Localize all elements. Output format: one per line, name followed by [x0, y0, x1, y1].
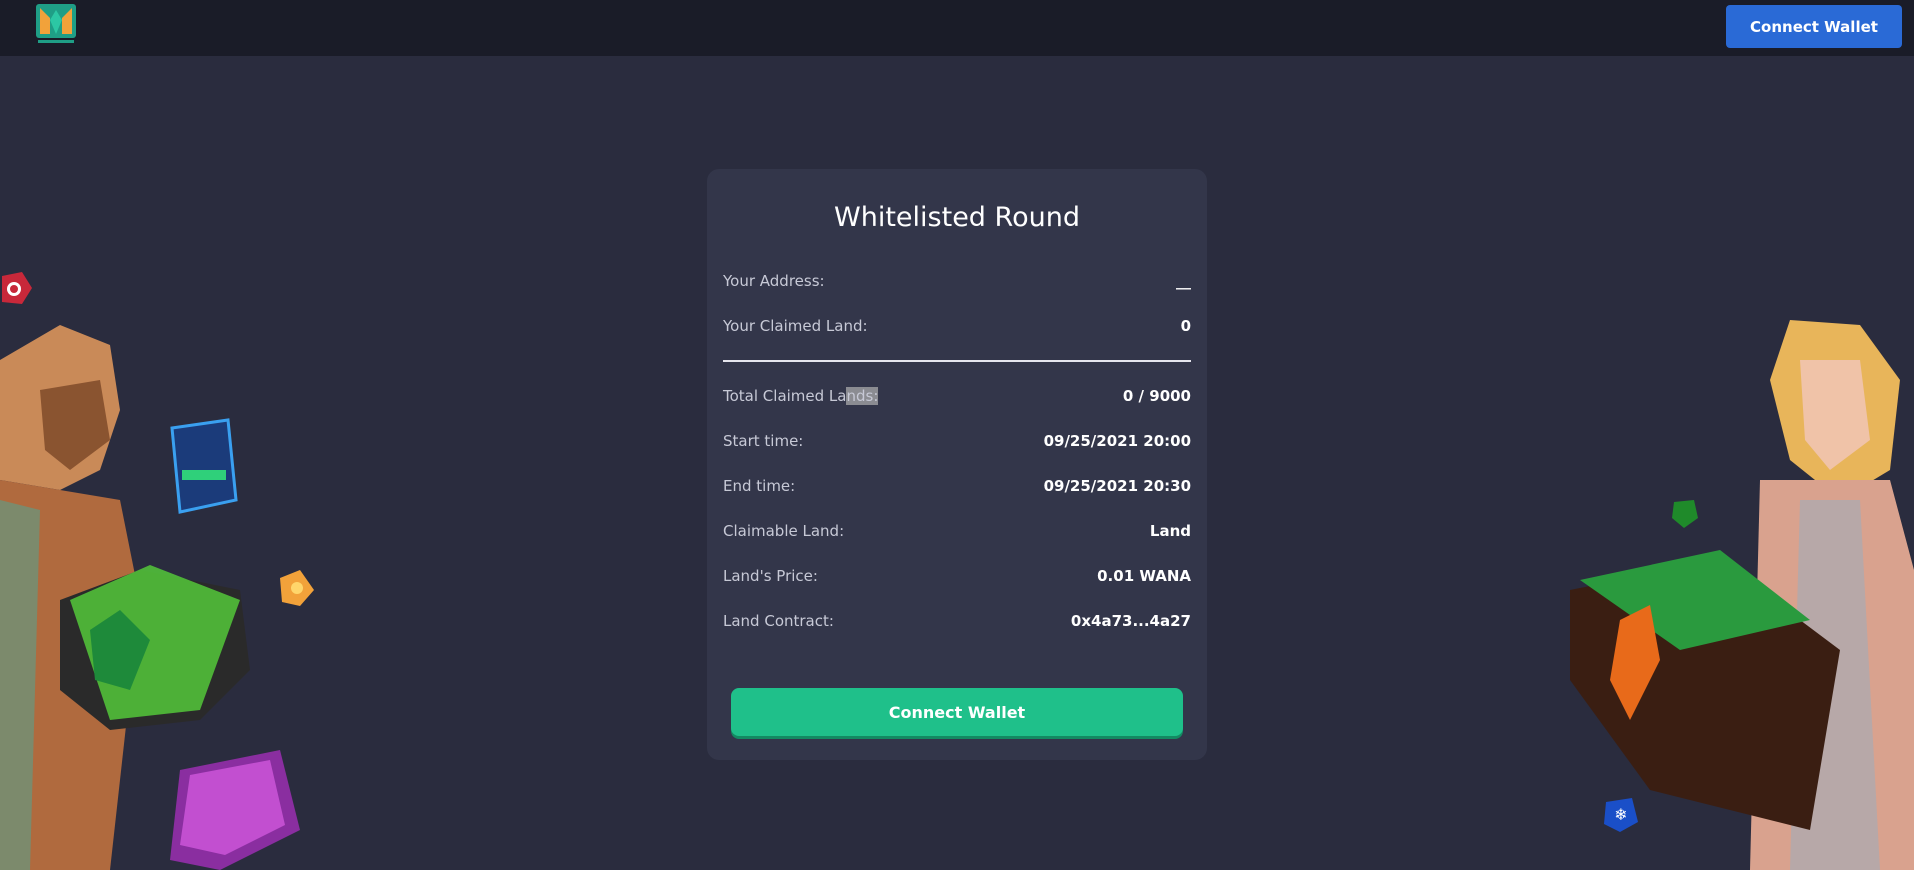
start-time-row: Start time: 09/25/2021 20:00 — [723, 429, 1191, 453]
address-row: Your Address: __ — [723, 269, 1191, 293]
connect-wallet-button[interactable]: Connect Wallet — [1726, 5, 1902, 48]
total-claimed-row: Total Claimed Lands: 0 / 9000 — [723, 384, 1191, 408]
text-selection-highlight: nds: — [846, 387, 879, 405]
claimable-land-row: Claimable Land: Land — [723, 519, 1191, 543]
land-contract-label: Land Contract: — [723, 612, 834, 630]
address-label: Your Address: — [723, 272, 825, 290]
top-navbar: Connect Wallet — [0, 0, 1914, 56]
card-connect-wallet-button[interactable]: Connect Wallet — [731, 688, 1183, 736]
start-time-label: Start time: — [723, 432, 804, 450]
claimed-land-label: Your Claimed Land: — [723, 317, 868, 335]
claimed-land-value: 0 — [1180, 317, 1191, 335]
total-claimed-label: Total Claimed Lands: — [723, 387, 879, 405]
svg-text:❄: ❄ — [1614, 805, 1627, 824]
end-time-row: End time: 09/25/2021 20:30 — [723, 474, 1191, 498]
land-price-value: 0.01 WANA — [1097, 567, 1191, 585]
end-time-value: 09/25/2021 20:30 — [1043, 477, 1191, 495]
card-title: Whitelisted Round — [834, 202, 1080, 233]
red-gem-icon — [2, 272, 32, 304]
right-character-illustration: ❄ — [1570, 320, 1914, 870]
claimable-land-label: Claimable Land: — [723, 522, 845, 540]
divider — [723, 360, 1191, 362]
land-contract-row: Land Contract: 0x4a73...4a27 — [723, 609, 1191, 633]
land-price-row: Land's Price: 0.01 WANA — [723, 564, 1191, 588]
total-claimed-value: 0 / 9000 — [1122, 387, 1191, 405]
land-contract-value[interactable]: 0x4a73...4a27 — [1071, 612, 1191, 630]
address-value: __ — [1176, 272, 1191, 290]
total-claimed-label-text: Total Claimed La — [723, 387, 847, 405]
claimed-land-row: Your Claimed Land: 0 — [723, 314, 1191, 338]
wanaka-logo[interactable] — [36, 4, 76, 44]
start-time-value: 09/25/2021 20:00 — [1043, 432, 1191, 450]
end-time-label: End time: — [723, 477, 796, 495]
whitelisted-round-card: Whitelisted Round Your Address: __ Your … — [707, 169, 1207, 760]
land-price-label: Land's Price: — [723, 567, 818, 585]
claimable-land-value: Land — [1149, 522, 1191, 540]
left-character-illustration — [0, 325, 314, 870]
